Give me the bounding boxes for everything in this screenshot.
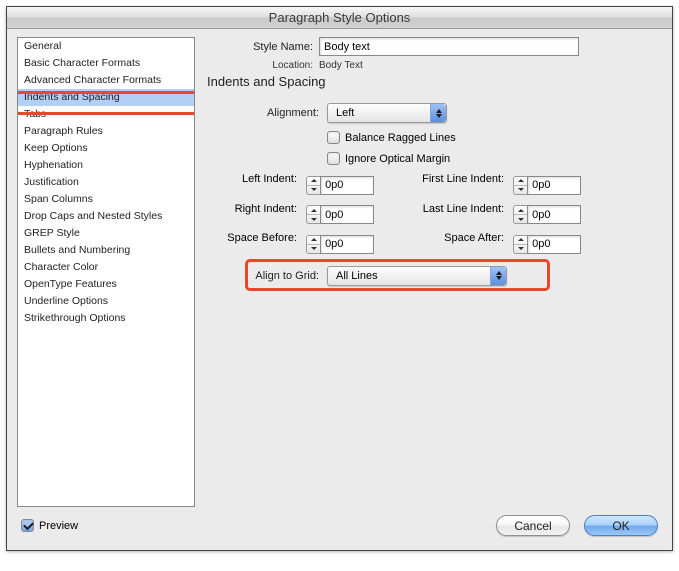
left-indent-stepper[interactable]	[306, 176, 320, 195]
preview-checkbox[interactable]	[21, 519, 34, 532]
last-line-input[interactable]	[527, 205, 581, 224]
space-after-input[interactable]	[527, 235, 581, 254]
sidebar-item-general[interactable]: General	[18, 38, 194, 55]
sidebar-item-justification[interactable]: Justification	[18, 174, 194, 191]
right-indent-stepper[interactable]	[306, 205, 320, 224]
main-panel: Style Name: Location: Body Text Indents …	[207, 37, 662, 507]
ignore-optical-checkbox[interactable]	[327, 152, 340, 165]
dialog-window: Paragraph Style Options General Basic Ch…	[6, 6, 673, 551]
sidebar-item-span-columns[interactable]: Span Columns	[18, 191, 194, 208]
sidebar-item-tabs[interactable]: Tabs	[18, 106, 194, 123]
left-indent-label: Left Indent:	[207, 173, 303, 185]
right-indent-input[interactable]	[320, 205, 374, 224]
section-header: Indents and Spacing	[207, 74, 662, 89]
sidebar-item-drop-caps[interactable]: Drop Caps and Nested Styles	[18, 208, 194, 225]
location-label: Location:	[207, 60, 319, 71]
alignment-label: Alignment:	[207, 107, 327, 119]
left-indent-input[interactable]	[320, 176, 374, 195]
dialog-content: General Basic Character Formats Advanced…	[7, 29, 672, 507]
last-line-label: Last Line Indent:	[398, 203, 510, 215]
sidebar-item-basic-char[interactable]: Basic Character Formats	[18, 55, 194, 72]
first-line-input[interactable]	[527, 176, 581, 195]
window-title: Paragraph Style Options	[7, 7, 672, 29]
alignment-value: Left	[328, 107, 430, 119]
category-sidebar: General Basic Character Formats Advanced…	[17, 37, 195, 507]
first-line-stepper[interactable]	[513, 176, 527, 195]
chevron-updown-icon	[430, 104, 446, 122]
cancel-button[interactable]: Cancel	[496, 515, 570, 536]
last-line-stepper[interactable]	[513, 205, 527, 224]
style-name-label: Style Name:	[207, 41, 319, 53]
sidebar-item-grep-style[interactable]: GREP Style	[18, 225, 194, 242]
chevron-updown-icon	[490, 267, 506, 285]
balance-ragged-label: Balance Ragged Lines	[345, 132, 456, 144]
sidebar-item-opentype[interactable]: OpenType Features	[18, 276, 194, 293]
ignore-optical-label: Ignore Optical Margin	[345, 153, 450, 165]
sidebar-item-strikethrough[interactable]: Strikethrough Options	[18, 310, 194, 327]
ok-button[interactable]: OK	[584, 515, 658, 536]
dialog-footer: Preview Cancel OK	[7, 507, 672, 550]
style-name-input[interactable]	[319, 37, 579, 56]
alignment-select[interactable]: Left	[327, 103, 447, 123]
sidebar-item-keep-options[interactable]: Keep Options	[18, 140, 194, 157]
sidebar-item-character-color[interactable]: Character Color	[18, 259, 194, 276]
sidebar-item-advanced-char[interactable]: Advanced Character Formats	[18, 72, 194, 89]
space-after-stepper[interactable]	[513, 235, 527, 254]
sidebar-item-bullets-numbering[interactable]: Bullets and Numbering	[18, 242, 194, 259]
sidebar-item-paragraph-rules[interactable]: Paragraph Rules	[18, 123, 194, 140]
balance-ragged-checkbox[interactable]	[327, 131, 340, 144]
right-indent-label: Right Indent:	[207, 203, 303, 215]
first-line-label: First Line Indent:	[398, 173, 510, 185]
space-before-stepper[interactable]	[306, 235, 320, 254]
space-after-label: Space After:	[398, 232, 510, 244]
align-grid-select[interactable]: All Lines	[327, 266, 507, 286]
space-before-input[interactable]	[320, 235, 374, 254]
sidebar-item-hyphenation[interactable]: Hyphenation	[18, 157, 194, 174]
preview-label: Preview	[39, 520, 78, 532]
space-before-label: Space Before:	[207, 232, 303, 244]
location-value: Body Text	[319, 60, 363, 71]
align-grid-value: All Lines	[328, 270, 490, 282]
sidebar-item-underline[interactable]: Underline Options	[18, 293, 194, 310]
align-grid-label: Align to Grid:	[207, 270, 327, 282]
sidebar-item-indents-spacing[interactable]: Indents and Spacing	[18, 89, 194, 106]
